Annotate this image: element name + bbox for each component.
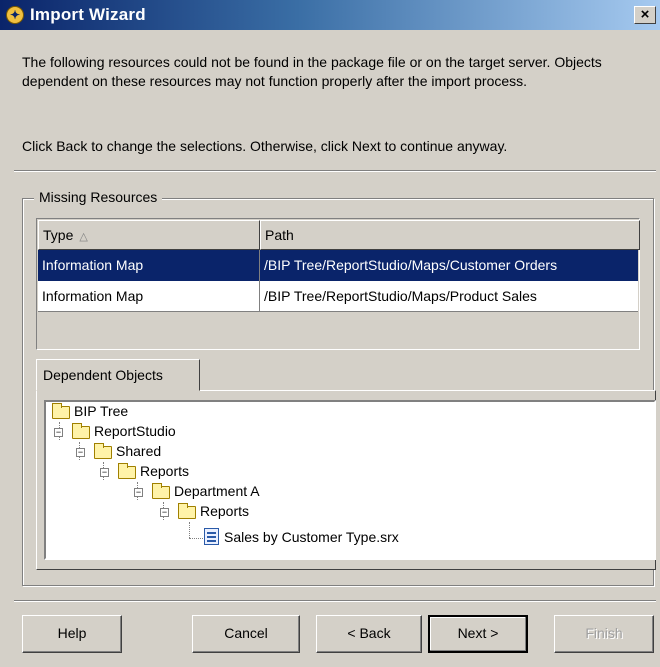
column-header-type-label: Type [43, 227, 74, 243]
row-path-cell: /BIP Tree/ReportStudio/Maps/Customer Ord… [264, 257, 558, 273]
table-header: Type △ Path [38, 220, 640, 250]
tree-node-label: Department A [174, 483, 260, 499]
collapse-icon[interactable]: − [160, 508, 169, 517]
folder-icon [72, 423, 90, 439]
tree-node-label: Sales by Customer Type.srx [224, 529, 399, 545]
bottom-divider [14, 600, 656, 602]
help-button[interactable]: Help [22, 615, 122, 653]
next-button[interactable]: Next > [428, 615, 528, 653]
title-bar: ✦ Import Wizard × [0, 0, 660, 30]
table-row[interactable]: Information Map /BIP Tree/ReportStudio/M… [38, 250, 638, 281]
dependent-objects-tree[interactable]: BIP Tree − ReportStudio − Shared − Repor… [44, 400, 656, 560]
row-path-cell: /BIP Tree/ReportStudio/Maps/Product Sale… [260, 281, 638, 312]
instruction-message: Click Back to change the selections. Oth… [22, 138, 508, 154]
tree-connector [189, 522, 190, 538]
import-wizard-window: ✦ Import Wizard × The following resource… [0, 0, 660, 667]
row-type-cell: Information Map [38, 281, 260, 312]
folder-icon [52, 403, 70, 419]
collapse-icon[interactable]: − [134, 488, 143, 497]
cancel-button[interactable]: Cancel [192, 615, 300, 653]
folder-icon [152, 483, 170, 499]
folder-icon [94, 443, 112, 459]
window-title: Import Wizard [30, 5, 146, 24]
tree-node-label: Shared [116, 443, 162, 459]
column-header-path[interactable]: Path [260, 220, 640, 250]
tab-dependent-objects[interactable]: Dependent Objects [36, 359, 200, 391]
top-divider [14, 170, 656, 172]
table-row[interactable]: Information Map /BIP Tree/ReportStudio/M… [38, 281, 638, 312]
tree-node-label: ReportStudio [94, 423, 176, 439]
wizard-icon: ✦ [6, 6, 24, 24]
close-button[interactable]: × [634, 6, 656, 24]
tree-connector [189, 538, 203, 539]
warning-message: The following resources could not be fou… [22, 54, 602, 89]
folder-icon [178, 503, 196, 519]
back-button[interactable]: < Back [316, 615, 422, 653]
column-header-type[interactable]: Type △ [38, 220, 260, 250]
collapse-icon[interactable]: − [54, 428, 63, 437]
row-type-cell: Information Map [38, 250, 260, 281]
folder-icon [118, 463, 136, 479]
tree-node-label: Reports [140, 463, 190, 479]
missing-resources-table: Type △ Path Information Map /BIP Tree/Rep… [36, 218, 640, 350]
sort-ascending-icon: △ [79, 231, 88, 243]
tree-node-label: Reports [200, 503, 250, 519]
collapse-icon[interactable]: − [100, 468, 109, 477]
report-file-icon [204, 528, 219, 545]
collapse-icon[interactable]: − [76, 448, 85, 457]
missing-resources-label: Missing Resources [34, 189, 163, 205]
tab-dependent-objects-label: Dependent Objects [43, 367, 163, 383]
tree-node-label: BIP Tree [74, 403, 129, 419]
finish-button[interactable]: Finish [554, 615, 654, 653]
